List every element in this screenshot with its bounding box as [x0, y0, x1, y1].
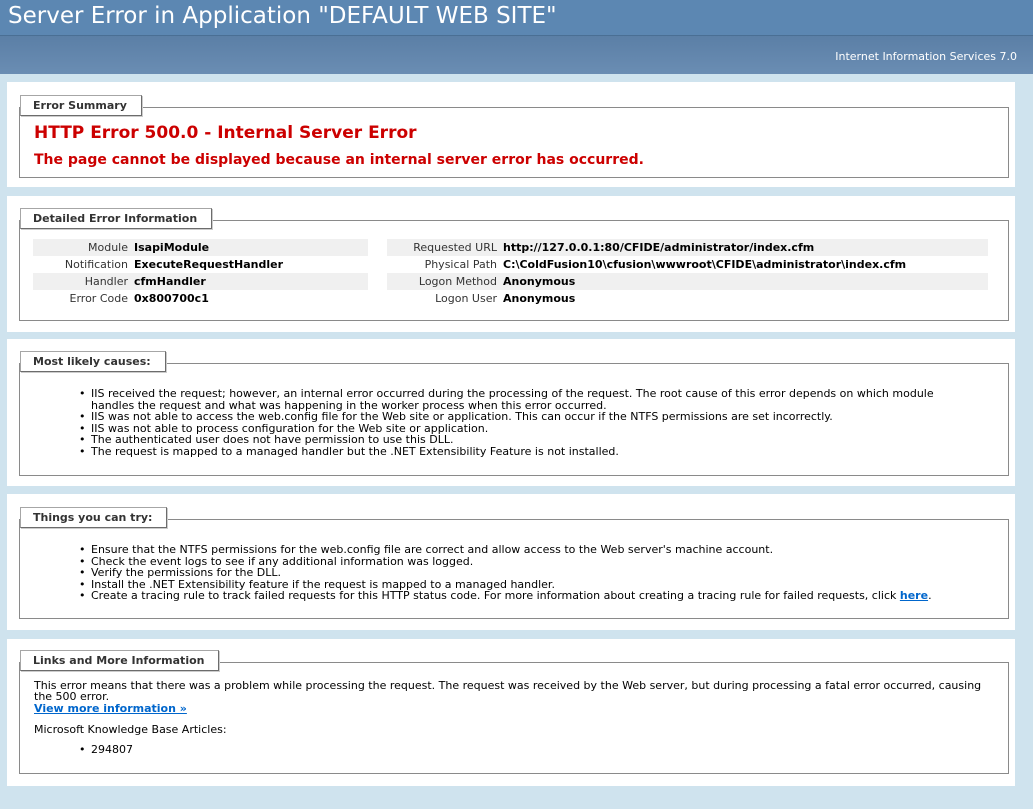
table-row: Handler cfmHandler [33, 273, 368, 290]
server-bar: Internet Information Services 7.0 [0, 36, 1033, 74]
detail-label: Handler [33, 273, 134, 290]
detail-table-left: Module IsapiModule Notification ExecuteReq… [33, 239, 368, 307]
table-row: Module IsapiModule [33, 239, 368, 256]
kb-article-item: 294807 [79, 744, 379, 756]
detailed-error-panel: Detailed Error Information Module IsapiMo… [7, 196, 1015, 332]
detail-value: C:\ColdFusion10\cfusion\wwwroot\CFIDE\ad… [503, 258, 907, 271]
detail-value: http://127.0.0.1:80/CFIDE/administrator/… [503, 239, 988, 256]
table-row: Error Code 0x800700c1 [33, 290, 368, 307]
detail-value: cfmHandler [134, 273, 368, 290]
links-info-panel: Links and More Information This error me… [7, 639, 1015, 786]
things-to-try-panel: Things you can try: Ensure that the NTFS… [7, 494, 1015, 630]
detailed-error-legend: Detailed Error Information [20, 208, 213, 229]
try-list: Ensure that the NTFS permissions for the… [7, 544, 969, 602]
view-more-wrapper: View more information » [34, 702, 187, 715]
list-item: Create a tracing rule to track failed re… [79, 590, 969, 602]
error-title: HTTP Error 500.0 - Internal Server Error [34, 123, 417, 143]
detail-label: Logon Method [387, 273, 503, 290]
tracing-rule-here-link[interactable]: here [900, 589, 928, 602]
causes-list: IIS received the request; however, an in… [7, 388, 969, 457]
detail-value: 0x800700c1 [134, 292, 209, 305]
page-header: Server Error in Application "DEFAULT WEB… [0, 0, 1033, 36]
table-row: Notification ExecuteRequestHandler [33, 256, 368, 273]
kb-list: 294807 [7, 744, 379, 756]
error-summary-legend: Error Summary [20, 95, 142, 116]
detail-label: Logon User [435, 292, 497, 305]
detail-table-right: Requested URL http://127.0.0.1:80/CFIDE/a… [387, 239, 988, 307]
detail-value: Anonymous [503, 273, 988, 290]
likely-causes-panel: Most likely causes: IIS received the req… [7, 339, 1015, 486]
list-item: The authenticated user does not have per… [79, 434, 969, 446]
detail-label: Error Code [69, 292, 128, 305]
things-to-try-legend: Things you can try: [20, 507, 168, 528]
page-title: Server Error in Application "DEFAULT WEB… [8, 3, 557, 29]
detail-label: Requested URL [387, 239, 503, 256]
detail-value: ExecuteRequestHandler [134, 258, 284, 271]
detail-label: Notification [64, 258, 128, 271]
list-item: IIS was not able to access the web.confi… [79, 411, 969, 423]
table-row: Logon User Anonymous [387, 290, 988, 307]
error-summary-panel: Error Summary HTTP Error 500.0 - Interna… [7, 82, 1015, 187]
table-row: Logon Method Anonymous [387, 273, 988, 290]
detail-value: IsapiModule [134, 239, 368, 256]
kb-articles-label: Microsoft Knowledge Base Articles: [34, 723, 227, 736]
error-message: The page cannot be displayed because an … [34, 152, 644, 168]
links-description: This error means that there was a proble… [34, 679, 982, 703]
table-row: Physical Path C:\ColdFusion10\cfusion\www… [387, 256, 988, 273]
likely-causes-legend: Most likely causes: [20, 351, 166, 372]
tracing-rule-end: . [928, 589, 932, 602]
list-item: Ensure that the NTFS permissions for the… [79, 544, 969, 556]
list-item: IIS received the request; however, an in… [79, 388, 969, 411]
list-item: Verify the permissions for the DLL. [79, 567, 969, 579]
detail-value: Anonymous [503, 292, 576, 305]
list-item: The request is mapped to a managed handl… [79, 445, 969, 458]
detail-label: Module [33, 239, 134, 256]
table-row: Requested URL http://127.0.0.1:80/CFIDE/a… [387, 239, 988, 256]
detail-label: Physical Path [424, 258, 497, 271]
view-more-information-link[interactable]: View more information » [34, 702, 187, 715]
tracing-rule-text: Create a tracing rule to track failed re… [91, 589, 900, 602]
server-name: Internet Information Services 7.0 [835, 50, 1017, 63]
links-info-legend: Links and More Information [20, 650, 220, 671]
